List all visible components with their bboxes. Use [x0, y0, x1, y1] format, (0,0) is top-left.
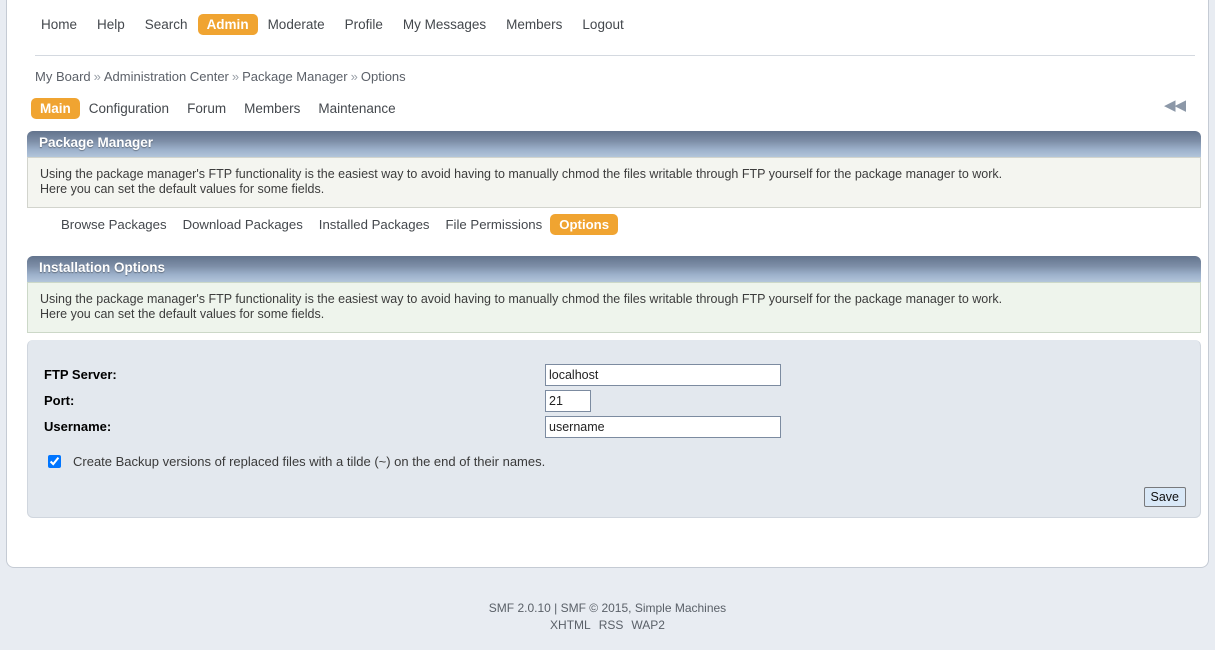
package-manager-description-line2: Here you can set the default values for …	[40, 182, 325, 196]
save-button[interactable]: Save	[1143, 487, 1186, 507]
package-subnav: Browse Packages Download Packages Installe…	[53, 214, 619, 235]
package-manager-title-bar: Package Manager	[27, 131, 1201, 157]
ftp-server-input[interactable]	[545, 364, 781, 386]
package-manager-title: Package Manager	[39, 135, 154, 150]
ftp-username-row: Username:	[28, 416, 1200, 442]
subnav-download-packages[interactable]: Download Packages	[175, 214, 311, 235]
breadcrumb-item-options[interactable]: Options	[361, 69, 406, 84]
nav-item-home[interactable]: Home	[31, 14, 87, 35]
ftp-server-label: FTP Server:	[44, 367, 117, 382]
backup-checkbox-row: Create Backup versions of replaced files…	[46, 454, 545, 469]
breadcrumb-item-package-manager[interactable]: Package Manager	[242, 69, 348, 84]
create-backup-checkbox[interactable]	[48, 455, 61, 468]
installation-options-form: FTP Server: Port: Username: Create Backup …	[27, 340, 1201, 518]
footer-link-xhtml[interactable]: XHTML	[550, 618, 591, 632]
installation-options-title: Installation Options	[39, 260, 166, 275]
footer-link-rss[interactable]: RSS	[599, 618, 624, 632]
create-backup-label[interactable]: Create Backup versions of replaced files…	[73, 454, 545, 469]
footer-links: XHTML RSS WAP2	[0, 617, 1215, 634]
ftp-port-row: Port:	[28, 390, 1200, 416]
breadcrumb-separator: »	[350, 69, 358, 84]
nav-item-my-messages[interactable]: My Messages	[393, 14, 496, 35]
page-wrapper: Home Help Search Admin Moderate Profile My Mes…	[6, 0, 1209, 568]
breadcrumb-separator: »	[93, 69, 101, 84]
tab-members[interactable]: Members	[235, 98, 309, 119]
ftp-port-input[interactable]	[545, 390, 591, 412]
installation-options-description: Using the package manager's FTP function…	[27, 282, 1201, 333]
nav-divider	[35, 55, 1195, 56]
nav-item-help[interactable]: Help	[87, 14, 135, 35]
nav-item-moderate[interactable]: Moderate	[258, 14, 335, 35]
subnav-installed-packages[interactable]: Installed Packages	[311, 214, 438, 235]
breadcrumb-separator: »	[231, 69, 240, 84]
main-navigation: Home Help Search Admin Moderate Profile My Mes…	[31, 14, 634, 35]
subnav-options[interactable]: Options	[550, 214, 619, 235]
collapse-menu-icon[interactable]: ◀◀	[1164, 97, 1186, 115]
package-manager-description-line1: Using the package manager's FTP function…	[40, 167, 1003, 181]
tab-main[interactable]: Main	[31, 98, 80, 119]
admin-tab-strip: Main Configuration Forum Members Maintenance	[31, 98, 405, 119]
ftp-port-label: Port:	[44, 393, 75, 408]
nav-item-admin[interactable]: Admin	[197, 14, 258, 35]
subnav-browse-packages[interactable]: Browse Packages	[53, 214, 175, 235]
footer-copyright: SMF 2.0.10 | SMF © 2015, Simple Machines	[488, 601, 727, 615]
installation-options-description-line1: Using the package manager's FTP function…	[40, 292, 1003, 306]
breadcrumb: My Board» Administration Center» Package M…	[35, 69, 406, 84]
ftp-username-input[interactable]	[545, 416, 781, 438]
nav-item-profile[interactable]: Profile	[335, 14, 393, 35]
footer: SMF 2.0.10 | SMF © 2015, Simple Machines…	[0, 600, 1215, 634]
tab-maintenance[interactable]: Maintenance	[309, 98, 404, 119]
package-manager-description: Using the package manager's FTP function…	[27, 157, 1201, 208]
ftp-username-label: Username:	[44, 419, 112, 434]
nav-item-members[interactable]: Members	[496, 14, 572, 35]
nav-item-logout[interactable]: Logout	[572, 14, 633, 35]
breadcrumb-item-my-board[interactable]: My Board	[35, 69, 91, 84]
nav-item-search[interactable]: Search	[135, 14, 198, 35]
footer-link-wap2[interactable]: WAP2	[631, 618, 665, 632]
tab-configuration[interactable]: Configuration	[80, 98, 178, 119]
breadcrumb-item-administration-center[interactable]: Administration Center	[104, 69, 229, 84]
installation-options-title-bar: Installation Options	[27, 256, 1201, 282]
tab-forum[interactable]: Forum	[178, 98, 235, 119]
subnav-file-permissions[interactable]: File Permissions	[438, 214, 551, 235]
ftp-server-row: FTP Server:	[28, 364, 1200, 390]
installation-options-description-line2: Here you can set the default values for …	[40, 307, 325, 321]
